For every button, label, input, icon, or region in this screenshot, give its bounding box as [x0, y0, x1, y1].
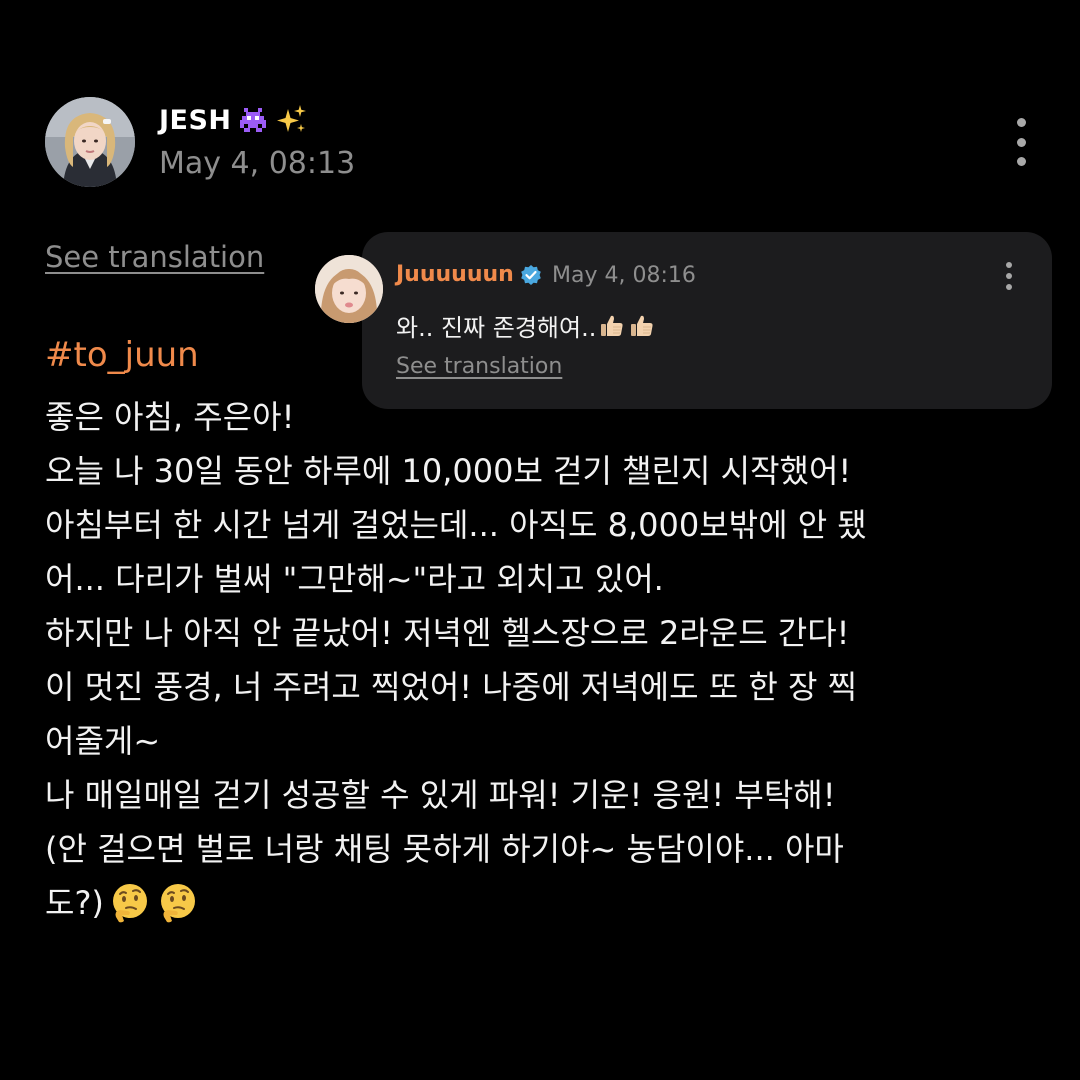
- post-line-last: 도?): [45, 876, 1035, 930]
- post-line: 아침부터 한 시간 넘게 걸었는데... 아직도 8,000보밖에 안 됐: [45, 506, 867, 544]
- reply-more-options-icon[interactable]: [1004, 262, 1014, 290]
- reply-author-name-text: Juuuuuun: [396, 262, 514, 287]
- post-more-options-icon[interactable]: [1008, 118, 1034, 166]
- post-line: 나 매일매일 걷기 성공할 수 있게 파워! 기운! 응원! 부탁해!: [45, 776, 836, 814]
- thinking-face-icon: [156, 881, 200, 925]
- post-line: 오늘 나 30일 동안 하루에 10,000보 걷기 챌린지 시작했어!: [45, 452, 852, 490]
- reply-message: 와.. 진짜 존경해여..: [396, 308, 656, 343]
- post-timestamp: May 4, 08:13: [159, 146, 356, 181]
- reply-timestamp: May 4, 08:16: [552, 263, 696, 288]
- post-line: 어줄게~: [45, 722, 161, 760]
- post-hashtag[interactable]: #to_juun: [45, 335, 199, 375]
- author-name[interactable]: JESH: [159, 103, 308, 137]
- see-translation-link[interactable]: See translation: [45, 240, 264, 274]
- post-line: 어... 다리가 벌써 "그만해~"라고 외치고 있어.: [45, 560, 664, 598]
- reply-author-name[interactable]: Juuuuuun: [396, 262, 542, 287]
- reply-message-text: 와.. 진짜 존경해여..: [396, 314, 597, 342]
- sparkles-icon: [274, 103, 308, 137]
- thinking-face-icon: [108, 881, 152, 925]
- reply-card: Juuuuuun May 4, 08:16 와.. 진짜 존경해여.. See …: [315, 232, 1052, 409]
- alien-monster-icon: [238, 106, 268, 134]
- post-body: 좋은 아침, 주은아! 오늘 나 30일 동안 하루에 10,000보 걷기 챌…: [45, 390, 1035, 930]
- thumbs-up-icon: [628, 312, 656, 340]
- reply-see-translation-link[interactable]: See translation: [396, 354, 562, 379]
- post-line: 이 멋진 풍경, 너 주려고 찍었어! 나중에 저녁에도 또 한 장 찍: [45, 668, 858, 706]
- thumbs-up-icon: [598, 312, 626, 340]
- verified-badge-icon: [520, 264, 542, 286]
- author-avatar[interactable]: [45, 97, 135, 187]
- post-line-text: 도?): [45, 884, 104, 922]
- author-name-text: JESH: [159, 104, 232, 136]
- post-line: 좋은 아침, 주은아!: [45, 398, 295, 436]
- reply-author-avatar[interactable]: [315, 255, 383, 323]
- post-line: (안 걸으면 벌로 너랑 채팅 못하게 하기야~ 농담이야... 아마: [45, 830, 844, 868]
- post-line: 하지만 나 아직 안 끝났어! 저녁엔 헬스장으로 2라운드 간다!: [45, 614, 850, 652]
